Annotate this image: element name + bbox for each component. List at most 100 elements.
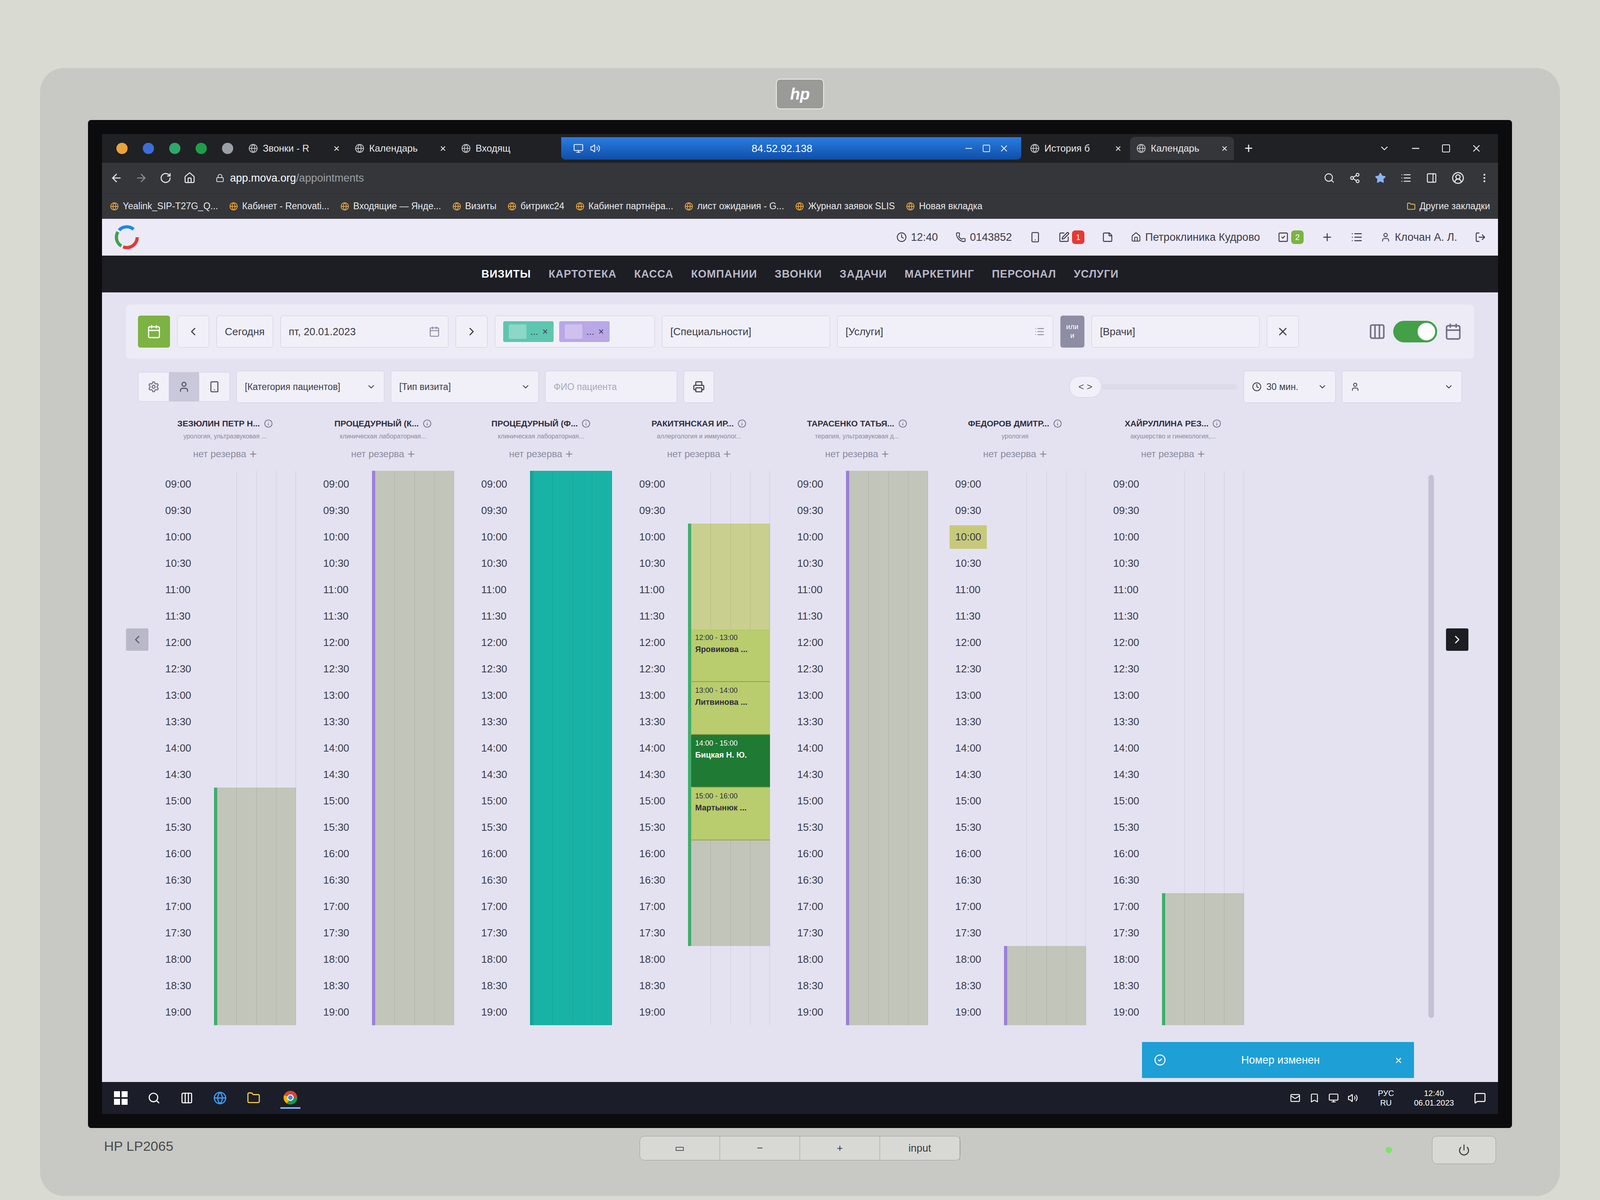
time-label[interactable]: 11:00 xyxy=(628,576,688,603)
time-slot[interactable] xyxy=(688,602,770,630)
logout-icon[interactable] xyxy=(1474,231,1486,243)
time-label[interactable]: 16:30 xyxy=(628,866,688,894)
tab-close[interactable]: × xyxy=(1115,140,1122,157)
nav-item[interactable]: ПЕРСОНАЛ xyxy=(992,266,1057,283)
time-label[interactable]: 11:00 xyxy=(1102,576,1162,603)
time-slot[interactable] xyxy=(688,946,770,973)
toast-notification[interactable]: Номер изменен× xyxy=(1142,1042,1414,1078)
time-slot[interactable] xyxy=(214,946,296,973)
time-slot[interactable] xyxy=(530,734,612,762)
time-label[interactable]: 10:00 xyxy=(312,523,372,550)
time-slot[interactable] xyxy=(530,576,612,603)
time-slot[interactable] xyxy=(688,550,770,577)
time-label[interactable]: 13:30 xyxy=(628,708,688,735)
time-slot[interactable] xyxy=(846,629,928,656)
bookmark-item[interactable]: Новая вкладка xyxy=(906,199,983,214)
time-slot[interactable] xyxy=(846,998,928,1026)
time-slot[interactable] xyxy=(214,787,296,814)
time-slot[interactable] xyxy=(846,840,928,867)
time-label[interactable]: 10:30 xyxy=(944,550,1004,577)
time-label[interactable]: 19:00 xyxy=(470,998,530,1026)
close-icon[interactable] xyxy=(1470,142,1482,154)
nav-item[interactable]: КАРТОТЕКА xyxy=(548,266,617,283)
time-slot[interactable] xyxy=(530,919,612,946)
volume-icon[interactable] xyxy=(1347,1092,1358,1104)
time-slot[interactable] xyxy=(530,972,612,999)
time-slot[interactable] xyxy=(1162,470,1244,498)
interval-select[interactable]: 30 мин. xyxy=(1243,370,1336,403)
appointment-card[interactable]: 12:00 - 13:00Яровикова ... xyxy=(688,629,770,682)
side-panel-icon[interactable] xyxy=(1426,172,1438,184)
time-slot[interactable] xyxy=(1004,523,1086,550)
time-label[interactable]: 10:00 xyxy=(470,523,530,550)
columns-view-icon[interactable] xyxy=(1368,322,1386,341)
time-slot[interactable] xyxy=(1162,734,1244,762)
time-slot[interactable] xyxy=(214,470,296,498)
time-slot[interactable] xyxy=(372,497,454,524)
time-label[interactable]: 13:30 xyxy=(154,708,214,735)
bookmark-item[interactable]: Кабинет партнёра... xyxy=(575,199,674,214)
time-label[interactable]: 12:00 xyxy=(1102,629,1162,656)
time-slot[interactable] xyxy=(372,682,454,709)
time-label[interactable]: 10:00 xyxy=(786,523,846,550)
time-label[interactable]: 09:00 xyxy=(154,470,214,498)
time-label[interactable]: 13:30 xyxy=(1102,708,1162,735)
time-label[interactable]: 17:00 xyxy=(470,893,530,920)
time-slot[interactable] xyxy=(846,550,928,577)
time-slot[interactable] xyxy=(1004,919,1086,946)
time-label[interactable]: 19:00 xyxy=(1102,998,1162,1026)
time-label[interactable]: 14:00 xyxy=(944,734,1004,762)
time-label[interactable]: 13:00 xyxy=(312,682,372,709)
time-slot[interactable] xyxy=(1162,602,1244,630)
time-label[interactable]: 09:30 xyxy=(470,497,530,524)
time-slot[interactable] xyxy=(1004,682,1086,709)
time-label[interactable]: 09:30 xyxy=(944,497,1004,524)
time-label[interactable]: 14:30 xyxy=(1102,761,1162,788)
time-label[interactable]: 12:00 xyxy=(470,629,530,656)
browser-tab[interactable]: История б× xyxy=(1023,136,1128,160)
time-slot[interactable] xyxy=(214,814,296,841)
patient-search-input[interactable]: ФИО пациента xyxy=(545,370,678,403)
time-slot[interactable] xyxy=(1004,866,1086,894)
forward-icon[interactable] xyxy=(134,171,148,185)
time-label[interactable]: 13:00 xyxy=(1102,682,1162,709)
appointment-card[interactable]: 13:00 - 14:00Литвинова ... xyxy=(688,682,770,735)
time-label[interactable]: 16:30 xyxy=(786,866,846,894)
notifications-icon[interactable] xyxy=(1474,1092,1486,1104)
time-label[interactable]: 11:00 xyxy=(470,576,530,603)
time-label[interactable]: 14:30 xyxy=(470,761,530,788)
time-slot[interactable] xyxy=(1004,734,1086,762)
monitor-button[interactable]: + xyxy=(800,1136,880,1160)
add-reserve-button[interactable]: + xyxy=(723,447,732,461)
time-label[interactable]: 19:00 xyxy=(628,998,688,1026)
time-slot[interactable] xyxy=(372,893,454,920)
time-label[interactable]: 16:00 xyxy=(1102,840,1162,867)
info-icon[interactable] xyxy=(264,419,273,428)
zoom-icon[interactable] xyxy=(1323,172,1335,184)
time-label[interactable]: 16:30 xyxy=(470,866,530,894)
nav-item[interactable]: ВИЗИТЫ xyxy=(481,266,531,283)
color-filter[interactable]: ...×...× xyxy=(494,315,655,348)
time-slot[interactable] xyxy=(214,708,296,735)
time-slot[interactable] xyxy=(530,497,612,524)
time-slot[interactable] xyxy=(372,998,454,1026)
header-phone[interactable]: 0143852 xyxy=(955,229,1012,246)
time-slot[interactable] xyxy=(1162,655,1244,682)
clinic-selector[interactable]: Петроклиника Кудрово xyxy=(1130,229,1260,246)
time-label[interactable]: 14:30 xyxy=(154,761,214,788)
time-slot[interactable] xyxy=(372,840,454,867)
search-icon[interactable] xyxy=(147,1091,161,1105)
time-label[interactable]: 10:30 xyxy=(628,550,688,577)
patient-category-select[interactable]: [Категория пациентов] xyxy=(236,370,385,403)
time-label[interactable]: 16:30 xyxy=(944,866,1004,894)
share-icon[interactable] xyxy=(1349,172,1361,184)
add-reserve-button[interactable]: + xyxy=(1197,447,1206,461)
time-slot[interactable] xyxy=(846,761,928,788)
time-slot[interactable] xyxy=(372,523,454,550)
time-label[interactable]: 14:30 xyxy=(786,761,846,788)
time-slot[interactable] xyxy=(1162,814,1244,841)
time-slot[interactable] xyxy=(1004,576,1086,603)
time-label[interactable]: 12:00 xyxy=(628,629,688,656)
time-label[interactable]: 17:30 xyxy=(628,919,688,946)
time-slot[interactable] xyxy=(688,470,770,498)
